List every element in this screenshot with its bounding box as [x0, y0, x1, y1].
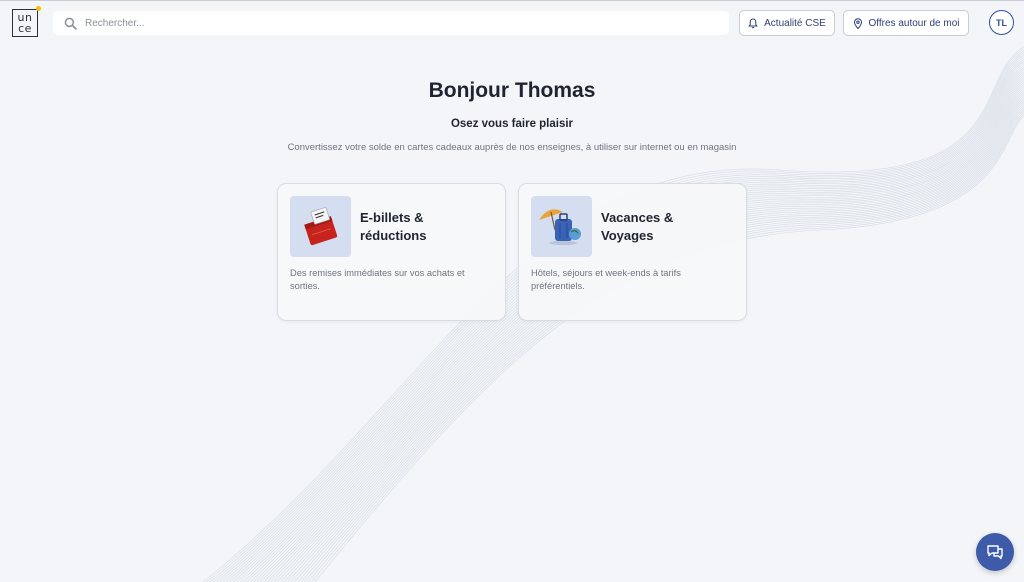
user-avatar[interactable]: TL — [989, 10, 1014, 35]
card-title-line1: Vacances & — [601, 210, 674, 225]
card-title: E-billets & réductions — [360, 209, 500, 245]
news-cse-button[interactable]: Actualité CSE — [739, 10, 835, 36]
avatar-initials: TL — [996, 17, 1007, 28]
page-subtitle: Osez vous faire plaisir — [450, 118, 574, 130]
card-e-tickets[interactable]: E-billets & réductions Des remises imméd… — [277, 183, 506, 321]
card-description: Des remises immédiates sur vos achats et… — [290, 268, 465, 291]
page-title: Bonjour Thomas — [428, 79, 596, 102]
search-bar[interactable] — [53, 11, 729, 35]
page-description: Convertissez votre solde en cartes cadea… — [287, 142, 737, 153]
location-pin-icon — [853, 17, 862, 29]
logo-text-bottom: ce — [18, 22, 32, 35]
suitcase-icon — [539, 209, 581, 245]
card-description: Hôtels, séjours et week-ends à tarifs pr… — [531, 268, 681, 291]
chat-button[interactable] — [976, 533, 1014, 571]
nearby-offers-button[interactable]: Offres autour de moi — [843, 10, 969, 36]
search-icon — [64, 17, 77, 30]
card-image — [290, 196, 351, 257]
search-input[interactable] — [85, 17, 685, 29]
card-title-line2: réductions — [360, 228, 427, 243]
card-image — [531, 196, 592, 257]
card-title: Vacances & Voyages — [601, 209, 741, 245]
news-cse-label: Actualité CSE — [764, 17, 826, 29]
ticket-icon — [304, 207, 338, 246]
unice-logo[interactable]: un ce — [12, 6, 41, 37]
bell-icon — [748, 17, 758, 28]
chat-bubble-icon — [987, 545, 1003, 560]
logo-dot — [36, 6, 41, 11]
card-title-line1: E-billets & — [360, 210, 424, 225]
card-travel[interactable]: Vacances & Voyages Hôtels, séjours et we… — [518, 183, 747, 321]
nearby-offers-label: Offres autour de moi — [868, 17, 960, 29]
top-header: un ce Actualité CSE Offres autour de moi… — [0, 1, 1024, 45]
card-title-line2: Voyages — [601, 228, 654, 243]
